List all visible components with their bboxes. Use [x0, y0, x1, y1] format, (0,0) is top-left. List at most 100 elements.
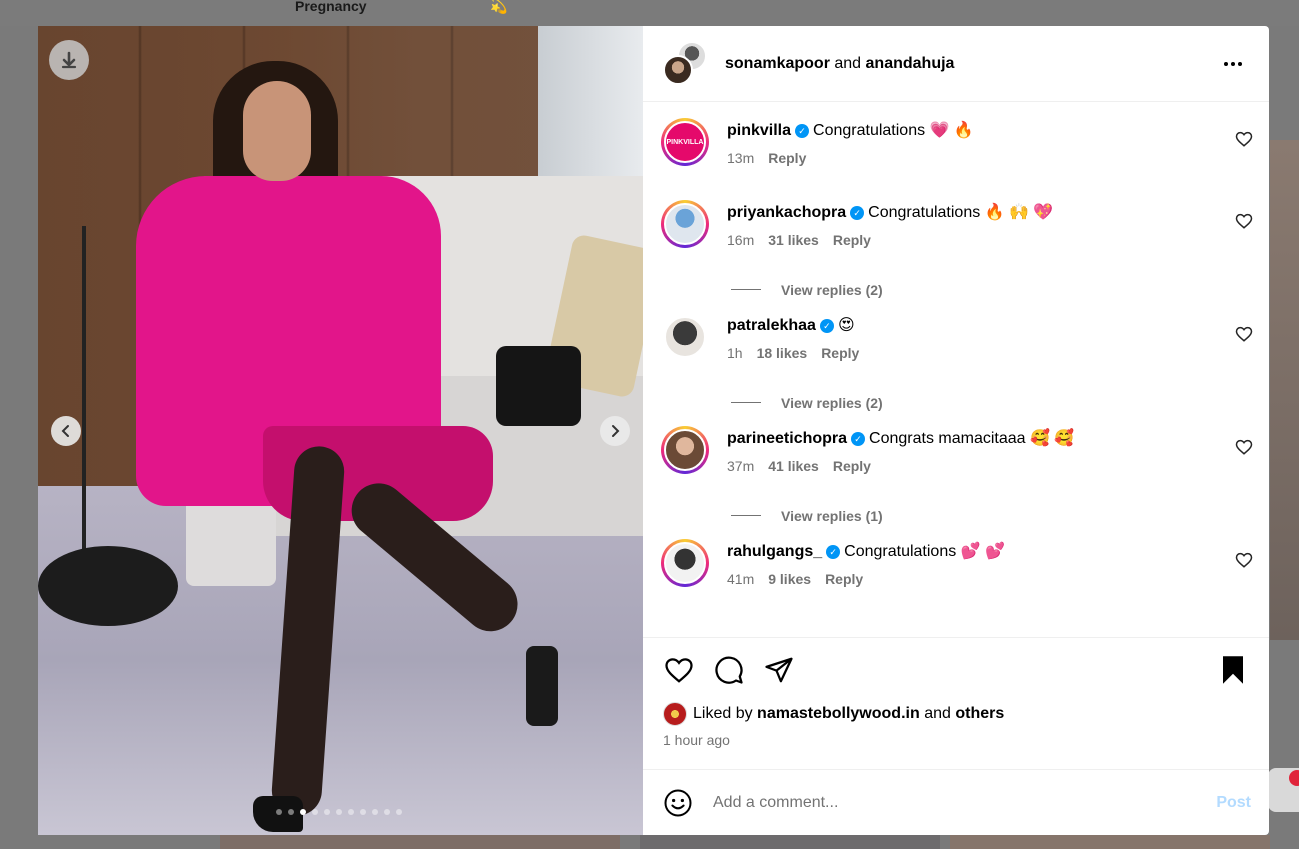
carousel-dot	[384, 809, 390, 815]
background-thumbnail	[950, 835, 1270, 849]
verified-badge-icon: ✓	[851, 432, 866, 446]
download-button[interactable]	[49, 40, 89, 80]
carousel-next-button[interactable]	[600, 416, 630, 446]
more-options-button[interactable]	[1221, 52, 1245, 76]
view-replies-label: View replies (2)	[781, 394, 883, 411]
add-comment-bar: Post	[643, 769, 1269, 835]
post-comment-button[interactable]: Post	[1216, 794, 1251, 812]
carousel-prev-button[interactable]	[51, 416, 81, 446]
chevron-right-icon	[612, 425, 620, 437]
carousel-indicator	[276, 809, 402, 815]
comment-username[interactable]: rahulgangs_	[727, 543, 822, 560]
share-button[interactable]	[763, 654, 795, 686]
carousel-dot	[300, 809, 306, 815]
carousel-dot	[360, 809, 366, 815]
more-horizontal-icon	[1224, 62, 1242, 66]
liked-by-prefix: Liked by	[693, 705, 753, 722]
comment-item: patralekhaa ✓ 😍 1h 18 likes Reply	[643, 311, 1269, 393]
author-username[interactable]: sonamkapoor	[725, 55, 830, 72]
liked-by-joiner: and	[924, 705, 951, 722]
post-modal: sonamkapoor and anandahuja PINKVILLA pin…	[38, 26, 1269, 835]
collab-avatars[interactable]	[663, 40, 709, 87]
comment-time[interactable]: 16m	[727, 232, 754, 248]
post-actions: Liked by namastebollywood.in and others …	[643, 637, 1269, 769]
comment-time[interactable]: 13m	[727, 150, 754, 166]
comment-likes[interactable]: 18 likes	[757, 345, 808, 361]
carousel-dot	[276, 809, 282, 815]
emoji-picker-button[interactable]	[663, 788, 693, 818]
author-username[interactable]: anandahuja	[866, 55, 955, 72]
comment-username[interactable]: patralekhaa	[727, 317, 816, 334]
post-header: sonamkapoor and anandahuja	[643, 26, 1269, 102]
comment-username[interactable]: pinkvilla	[727, 122, 791, 139]
comment-item: PINKVILLA pinkvilla ✓ Congratulations 💗 🔥 …	[643, 116, 1269, 198]
comment-item: rahulgangs_ ✓ Congratulations 💕 💕 41m 9 li…	[643, 537, 1269, 619]
comment-button[interactable]	[713, 654, 745, 686]
avatar	[663, 54, 693, 85]
reply-button[interactable]: Reply	[768, 150, 806, 166]
background-topic-emoji: 💫	[490, 0, 508, 14]
liked-by-others[interactable]: others	[955, 705, 1004, 723]
comment-username[interactable]: parineetichopra	[727, 430, 847, 447]
bookmark-filled-icon	[1223, 656, 1243, 684]
post-side-panel: sonamkapoor and anandahuja PINKVILLA pin…	[643, 26, 1269, 835]
paper-plane-icon	[765, 657, 793, 683]
heart-icon[interactable]	[1235, 130, 1253, 148]
comment-text: Congrats mamacitaaa 🥰 🥰	[869, 430, 1075, 447]
reply-button[interactable]: Reply	[833, 458, 871, 474]
heart-icon[interactable]	[1235, 438, 1253, 456]
carousel-dot	[396, 809, 402, 815]
post-timestamp[interactable]: 1 hour ago	[663, 732, 1249, 748]
heart-icon[interactable]	[1235, 551, 1253, 569]
comment-input[interactable]	[713, 793, 1217, 812]
view-replies-label: View replies (2)	[781, 281, 883, 298]
avatar[interactable]	[661, 200, 709, 248]
background-topic-label: Pregnancy	[295, 0, 367, 14]
comment-likes[interactable]: 41 likes	[768, 458, 819, 474]
comment-text: Congratulations 💕 💕	[844, 543, 1005, 560]
authors-joiner: and	[834, 54, 862, 72]
reply-button[interactable]: Reply	[825, 571, 863, 587]
chevron-left-icon	[61, 425, 69, 437]
liked-by-username[interactable]: namastebollywood.in	[757, 705, 920, 723]
comment-likes[interactable]: 31 likes	[768, 232, 819, 248]
background-top-strip	[0, 0, 1299, 26]
carousel-dot	[336, 809, 342, 815]
comment-username[interactable]: priyankachopra	[727, 204, 846, 221]
reply-button[interactable]: Reply	[821, 345, 859, 361]
comment-text: Congratulations 🔥 🙌 💖	[868, 204, 1054, 221]
carousel-dot	[372, 809, 378, 815]
view-replies-label: View replies (1)	[781, 507, 883, 524]
comment-time[interactable]: 1h	[727, 345, 743, 361]
avatar[interactable]	[661, 313, 709, 361]
verified-badge-icon: ✓	[850, 206, 865, 220]
notification-badge	[1289, 770, 1299, 786]
comment-text: Congratulations 💗 🔥	[813, 122, 974, 139]
avatar[interactable]	[661, 426, 709, 474]
comment-text: 😍	[837, 317, 855, 334]
carousel-dot	[288, 809, 294, 815]
like-button[interactable]	[663, 654, 695, 686]
heart-icon[interactable]	[1235, 325, 1253, 343]
comment-item: parineetichopra ✓ Congrats mamacitaaa 🥰 🥰 …	[643, 424, 1269, 506]
avatar[interactable]	[661, 539, 709, 587]
heart-icon[interactable]	[1235, 212, 1253, 230]
avatar-logo-text: PINKVILLA	[664, 121, 706, 163]
verified-badge-icon: ✓	[826, 545, 841, 559]
avatar[interactable]: PINKVILLA	[661, 118, 709, 166]
comment-time[interactable]: 41m	[727, 571, 754, 587]
background-thumbnail	[640, 835, 940, 849]
verified-badge-icon: ✓	[795, 124, 810, 138]
save-button[interactable]	[1217, 654, 1249, 686]
reply-button[interactable]: Reply	[833, 232, 871, 248]
background-thumbnail	[220, 835, 620, 849]
comments-list[interactable]: PINKVILLA pinkvilla ✓ Congratulations 💗 🔥 …	[643, 102, 1269, 637]
comment-time[interactable]: 37m	[727, 458, 754, 474]
comment-likes[interactable]: 9 likes	[768, 571, 811, 587]
avatar[interactable]	[663, 702, 687, 726]
comment-item: priyankachopra ✓ Congratulations 🔥 🙌 💖 16m…	[643, 198, 1269, 280]
verified-badge-icon: ✓	[819, 319, 834, 333]
smiley-icon	[664, 789, 692, 816]
carousel-dot	[348, 809, 354, 815]
carousel-dot	[312, 809, 318, 815]
